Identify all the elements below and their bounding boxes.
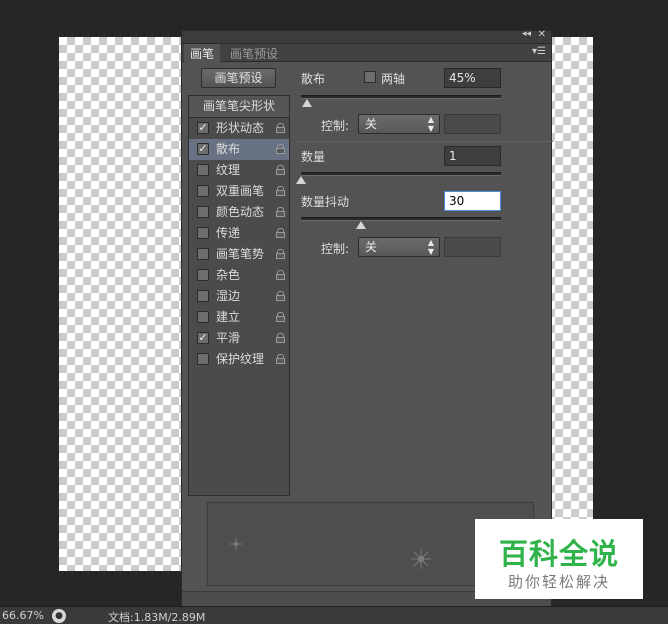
brush-setting-item[interactable]: ✓ 形状动态 <box>189 118 289 139</box>
brush-setting-item[interactable]: 纹理 <box>189 160 289 181</box>
lock-icon[interactable] <box>276 228 285 238</box>
setting-checkbox[interactable]: ✓ <box>197 332 209 344</box>
setting-checkbox[interactable] <box>197 248 209 260</box>
count-label: 数量 <box>301 150 326 164</box>
collapse-icon[interactable]: ◂◂ <box>522 29 531 39</box>
scatter-slider[interactable] <box>301 95 501 107</box>
lock-icon[interactable] <box>276 312 285 322</box>
count-jitter-label: 数量抖动 <box>301 195 350 209</box>
setting-label: 保护纹理 <box>216 352 265 366</box>
brush-setting-item[interactable]: 颜色动态 <box>189 202 289 223</box>
lock-icon[interactable] <box>276 144 285 154</box>
watermark-title: 百科全说 <box>498 537 619 571</box>
setting-checkbox[interactable] <box>197 227 209 239</box>
count-jitter-control-field <box>444 237 501 257</box>
count-slider[interactable] <box>296 172 501 184</box>
scatter-control-select[interactable]: 关 ▲ ▼ <box>358 114 440 134</box>
count-slider-thumb[interactable] <box>296 176 306 184</box>
setting-label: 平滑 <box>216 331 241 345</box>
brush-setting-item[interactable]: 湿边 <box>189 286 289 307</box>
setting-label: 杂色 <box>216 268 241 282</box>
brush-setting-item[interactable]: ✓ 平滑 <box>189 328 289 349</box>
lock-icon[interactable] <box>276 354 285 364</box>
count-value-field[interactable]: 1 <box>444 146 501 166</box>
brush-setting-item[interactable]: ✓ 散布 <box>189 139 289 160</box>
both-axes-label: 两轴 <box>381 72 406 86</box>
setting-checkbox[interactable]: ✓ <box>197 143 209 155</box>
select-arrows-icon: ▲ ▼ <box>427 238 434 256</box>
lock-icon[interactable] <box>276 123 285 133</box>
count-jitter-slider[interactable] <box>301 217 501 229</box>
scatter-control-label: 控制: <box>321 119 350 133</box>
setting-checkbox[interactable]: ✓ <box>197 122 209 134</box>
brush-setting-item[interactable]: 双重画笔 <box>189 181 289 202</box>
count-jitter-slider-thumb[interactable] <box>356 221 366 229</box>
setting-label: 颜色动态 <box>216 205 265 219</box>
panel-titlebar[interactable]: ◂◂ ✕ <box>182 29 551 44</box>
setting-checkbox[interactable] <box>197 311 209 323</box>
setting-label: 建立 <box>216 310 241 324</box>
brush-setting-item[interactable]: 杂色 <box>189 265 289 286</box>
setting-checkbox[interactable] <box>197 164 209 176</box>
tab-brush[interactable]: 画笔 <box>184 44 221 62</box>
setting-checkbox[interactable] <box>197 290 209 302</box>
brush-setting-item[interactable]: 传递 <box>189 223 289 244</box>
brush-setting-item[interactable]: 建立 <box>189 307 289 328</box>
setting-label: 纹理 <box>216 163 241 177</box>
setting-checkbox[interactable] <box>197 185 209 197</box>
setting-label: 画笔笔势 <box>216 247 265 261</box>
count-jitter-control-select[interactable]: 关 ▲ ▼ <box>358 237 440 257</box>
zoom-level[interactable]: 66.67% <box>2 609 44 622</box>
brush-presets-button[interactable]: 画笔预设 <box>201 68 276 88</box>
setting-label: 传递 <box>216 226 241 240</box>
scatter-label: 散布 <box>301 72 326 86</box>
lock-icon[interactable] <box>276 270 285 280</box>
tab-brush-presets[interactable]: 画笔预设 <box>224 44 284 62</box>
watermark-subtitle: 助你轻松解决 <box>507 573 610 591</box>
lock-icon[interactable] <box>276 249 285 259</box>
setting-checkbox[interactable] <box>197 269 209 281</box>
setting-label: 形状动态 <box>216 121 265 135</box>
setting-label: 湿边 <box>216 289 241 303</box>
lock-icon[interactable] <box>276 165 285 175</box>
brush-setting-item[interactable]: 保护纹理 <box>189 349 289 370</box>
panel-menu-icon[interactable]: ▾☰ <box>532 46 546 57</box>
scatter-value-field[interactable]: 45% <box>444 68 501 88</box>
setting-label: 散布 <box>216 142 241 156</box>
close-icon[interactable]: ✕ <box>538 29 546 40</box>
lock-icon[interactable] <box>276 207 285 217</box>
brush-tip-shape-item[interactable]: 画笔笔尖形状 <box>189 96 289 118</box>
watermark: 百科全说 助你轻松解决 <box>475 519 643 599</box>
lock-icon[interactable] <box>276 186 285 196</box>
lock-icon[interactable] <box>276 333 285 343</box>
section-divider <box>295 141 553 142</box>
scatter-slider-thumb[interactable] <box>302 99 312 107</box>
setting-checkbox[interactable] <box>197 353 209 365</box>
scatter-control-field <box>444 114 501 134</box>
count-jitter-value-field[interactable]: 30 <box>444 191 501 211</box>
status-info-icon[interactable]: ● <box>52 609 66 623</box>
panel-tabs: 画笔 画笔预设 ▾☰ <box>182 44 551 62</box>
select-arrows-icon: ▲ ▼ <box>427 115 434 133</box>
setting-label: 双重画笔 <box>216 184 265 198</box>
lock-icon[interactable] <box>276 291 285 301</box>
count-jitter-control-value: 关 <box>365 240 378 254</box>
status-bar: 66.67% ● 文档:1.83M/2.89M <box>0 606 668 624</box>
setting-checkbox[interactable] <box>197 206 209 218</box>
both-axes-checkbox[interactable] <box>364 71 376 83</box>
brush-settings-list: 画笔笔尖形状 ✓ 形状动态 ✓ 散布纹理双重画笔颜色动态传递画笔笔势杂色湿边建立 ✓ 平滑… <box>188 95 290 496</box>
scatter-control-value: 关 <box>365 117 378 131</box>
document-info: 文档:1.83M/2.89M <box>108 611 206 624</box>
brush-setting-item[interactable]: 画笔笔势 <box>189 244 289 265</box>
count-jitter-control-label: 控制: <box>321 242 350 256</box>
